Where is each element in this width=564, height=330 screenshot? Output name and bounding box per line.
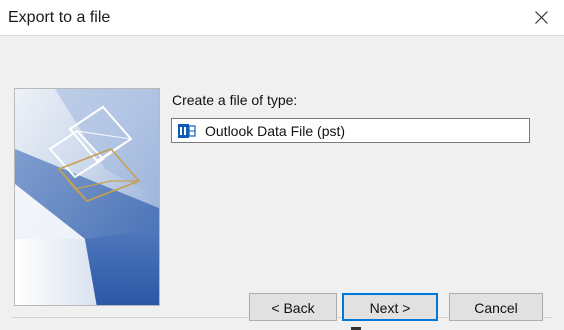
cancel-button[interactable]: Cancel bbox=[449, 293, 543, 321]
file-type-prompt: Create a file of type: bbox=[172, 92, 298, 108]
close-button[interactable] bbox=[518, 0, 564, 36]
next-button[interactable]: Next > bbox=[342, 293, 438, 321]
window-title: Export to a file bbox=[8, 9, 111, 26]
dialog-body: Create a file of type: Outlook Data File… bbox=[0, 36, 564, 330]
close-icon bbox=[535, 11, 548, 24]
wizard-illustration bbox=[14, 88, 160, 306]
wizard-art-graphic bbox=[15, 89, 159, 305]
file-type-list[interactable]: Outlook Data File (pst) bbox=[171, 118, 530, 143]
file-type-label: Outlook Data File (pst) bbox=[205, 123, 346, 139]
back-button[interactable]: < Back bbox=[249, 293, 337, 321]
title-bar: Export to a file bbox=[0, 0, 564, 36]
outlook-data-file-icon bbox=[178, 123, 196, 139]
